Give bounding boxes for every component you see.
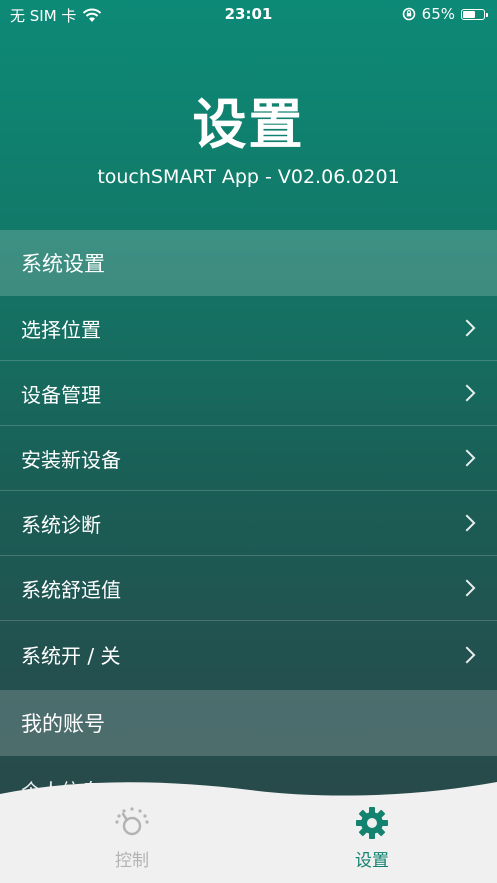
section-header-system-settings: 系统设置 bbox=[0, 230, 497, 296]
tab-settings[interactable]: 设置 bbox=[312, 806, 432, 871]
tab-label: 控制 bbox=[115, 851, 149, 871]
section-header-my-account: 我的账号 bbox=[0, 690, 497, 756]
app-version: touchSMART App - V02.06.0201 bbox=[97, 166, 400, 188]
menu-item-system-diagnosis[interactable]: 系统诊断 bbox=[0, 491, 497, 556]
tab-control[interactable]: 控制 bbox=[72, 806, 192, 871]
menu-item-label: 设备管理 bbox=[21, 382, 101, 407]
menu-item-select-location[interactable]: 选择位置 bbox=[0, 296, 497, 361]
gear-icon bbox=[356, 807, 388, 839]
menu-item-label: 系统诊断 bbox=[21, 512, 101, 537]
page-header: 设置 touchSMART App - V02.06.0201 bbox=[0, 90, 497, 188]
tab-bar: 控制 设置 bbox=[0, 782, 497, 883]
menu-item-install-new-device[interactable]: 安装新设备 bbox=[0, 426, 497, 491]
tab-label: 设置 bbox=[355, 851, 389, 871]
battery-percent: 65% bbox=[421, 5, 455, 23]
menu-item-label: 选择位置 bbox=[21, 317, 101, 342]
chevron-right-icon bbox=[458, 646, 476, 663]
battery-icon bbox=[461, 8, 488, 20]
menu-item-label: 系统舒适值 bbox=[21, 577, 121, 602]
control-icon bbox=[115, 807, 149, 836]
status-bar: 无 SIM 卡 23:01 65% bbox=[0, 0, 497, 30]
menu-item-device-management[interactable]: 设备管理 bbox=[0, 361, 497, 426]
orientation-lock-icon bbox=[402, 7, 415, 21]
chevron-right-icon bbox=[458, 319, 476, 337]
chevron-right-icon bbox=[458, 514, 476, 532]
chevron-right-icon bbox=[458, 579, 476, 597]
menu-item-system-on-off[interactable]: 系统开 / 关 bbox=[0, 622, 497, 687]
chevron-right-icon bbox=[458, 384, 476, 402]
menu-item-system-comfort[interactable]: 系统舒适值 bbox=[0, 556, 497, 621]
chevron-right-icon bbox=[458, 449, 476, 467]
page-title: 设置 bbox=[192, 93, 305, 156]
menu-item-label: 安装新设备 bbox=[21, 447, 121, 472]
status-right: 65% bbox=[402, 5, 488, 23]
menu-item-label: 系统开 / 关 bbox=[21, 644, 121, 668]
